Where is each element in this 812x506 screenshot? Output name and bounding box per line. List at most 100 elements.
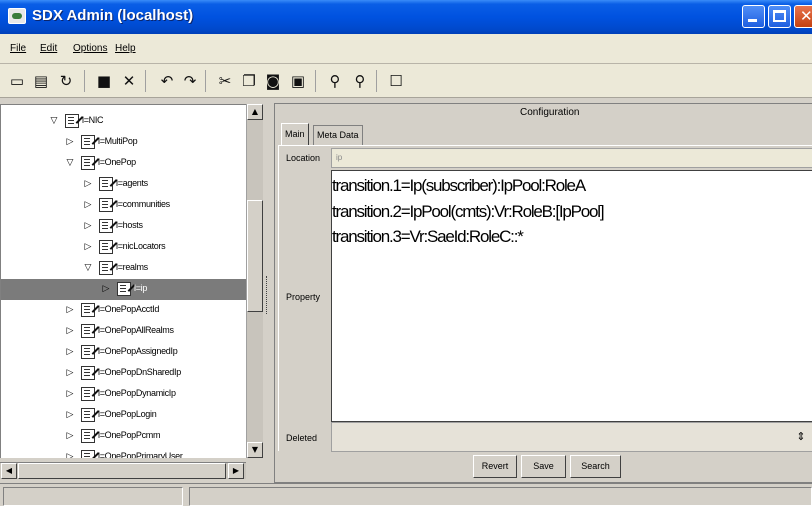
toolbar-separator: [84, 70, 85, 92]
ldap-entry-icon: [65, 114, 79, 128]
deleted-field[interactable]: [331, 422, 812, 452]
paste-icon[interactable]: ▣: [287, 70, 309, 92]
document-icon[interactable]: ▤: [30, 70, 52, 92]
menu-edit[interactable]: Edit: [40, 43, 57, 54]
tree-node[interactable]: ▽ l=OnePop: [1, 153, 246, 174]
tree-node[interactable]: ▷ l=OnePopPrimaryUser: [1, 447, 246, 458]
close-button[interactable]: [794, 5, 812, 28]
ldap-entry-icon: [81, 450, 95, 458]
ldap-entry-icon: [81, 345, 95, 359]
tree-node[interactable]: ▷ l=OnePopAssignedIp: [1, 342, 246, 363]
expand-toggle-icon[interactable]: ▷: [65, 326, 75, 336]
tree-node[interactable]: ▷ l=ip: [1, 279, 246, 300]
tree-node[interactable]: ▷ l=nicLocators: [1, 237, 246, 258]
find-icon[interactable]: ⚲: [324, 70, 346, 92]
toolbar-separator: [145, 70, 146, 92]
toolbar-separator: [315, 70, 316, 92]
tree-view[interactable]: ▽ l=NIC ▷ l=MultiPop ▽ l=OnePop ▷ l=agents ▷ l=co…: [0, 104, 246, 458]
properties-icon[interactable]: ☐: [385, 70, 407, 92]
ldap-entry-icon: [99, 240, 113, 254]
expand-toggle-icon[interactable]: ▷: [101, 284, 111, 294]
property-label: Property: [286, 292, 321, 302]
ldap-entry-icon: [117, 282, 131, 296]
location-field[interactable]: ip: [331, 148, 812, 168]
save-icon[interactable]: ■: [93, 70, 115, 92]
search-button[interactable]: Search: [570, 455, 621, 478]
tree-node[interactable]: ▷ l=OnePopDnSharedIp: [1, 363, 246, 384]
tree-node-label: l=realms: [116, 262, 148, 272]
menu-help[interactable]: Help: [115, 43, 136, 54]
ldap-entry-icon: [81, 387, 95, 401]
scroll-up-button[interactable]: ▲: [247, 104, 263, 120]
tree-node[interactable]: ▷ l=agents: [1, 174, 246, 195]
redo-icon[interactable]: ↷: [179, 70, 201, 92]
toolbar-separator: [376, 70, 377, 92]
tree-node-label: l=OnePopDynamicIp: [98, 388, 176, 398]
undo-icon[interactable]: ↶: [156, 70, 178, 92]
tab-meta-data[interactable]: Meta Data: [313, 125, 363, 145]
expand-toggle-icon[interactable]: ▷: [65, 410, 75, 420]
expand-toggle-icon[interactable]: ▷: [83, 200, 93, 210]
expand-toggle-icon[interactable]: ▷: [65, 368, 75, 378]
ldap-entry-icon: [81, 429, 95, 443]
menu-file[interactable]: File: [10, 43, 26, 54]
expand-toggle-icon[interactable]: ▷: [65, 137, 75, 147]
cut-icon[interactable]: ✂: [214, 70, 236, 92]
camera-icon[interactable]: ◙: [262, 70, 284, 92]
ldap-entry-icon: [81, 135, 95, 149]
tree-node-label: l=ip: [134, 283, 148, 293]
maximize-button[interactable]: [768, 5, 791, 28]
tree-node-label: l=agents: [116, 178, 148, 188]
scroll-left-button[interactable]: ◀: [1, 463, 17, 479]
tree-node[interactable]: ▷ l=OnePopAcctId: [1, 300, 246, 321]
tab-main[interactable]: Main: [281, 123, 309, 146]
ldap-entry-icon: [81, 366, 95, 380]
collapse-toggle-icon[interactable]: ▽: [65, 158, 75, 168]
tree-node[interactable]: ▷ l=OnePopDynamicIp: [1, 384, 246, 405]
property-line: transition.3=Vr:SaeId:RoleC::*: [332, 227, 524, 246]
find-next-icon[interactable]: ⚲: [349, 70, 371, 92]
tree-hscroll-thumb[interactable]: [18, 463, 226, 479]
minimize-button[interactable]: [742, 5, 765, 28]
property-textarea[interactable]: transition.1=Ip(subscriber):IpPool:RoleA…: [331, 170, 812, 422]
ldap-entry-icon: [81, 303, 95, 317]
expand-toggle-icon[interactable]: ▷: [65, 389, 75, 399]
tree-node[interactable]: ▽ l=realms: [1, 258, 246, 279]
tree-node[interactable]: ▷ l=hosts: [1, 216, 246, 237]
ldap-entry-icon: [99, 177, 113, 191]
expand-toggle-icon[interactable]: ▷: [65, 431, 75, 441]
tree-node[interactable]: ▷ l=MultiPop: [1, 132, 246, 153]
revert-button[interactable]: Revert: [473, 455, 517, 478]
menu-options[interactable]: Options: [73, 43, 107, 54]
expand-toggle-icon[interactable]: ▷: [65, 347, 75, 357]
expand-toggle-icon[interactable]: ▷: [65, 305, 75, 315]
expand-toggle-icon[interactable]: ▷: [83, 221, 93, 231]
scroll-down-button[interactable]: ▼: [247, 442, 263, 458]
tree-node[interactable]: ▽ l=NIC: [1, 111, 246, 132]
ldap-entry-icon: [81, 156, 95, 170]
refresh-icon[interactable]: ↻: [55, 70, 77, 92]
save-button[interactable]: Save: [521, 455, 566, 478]
expand-toggle-icon[interactable]: ▷: [83, 179, 93, 189]
tree-node[interactable]: ▷ l=OnePopPcmm: [1, 426, 246, 447]
tree-node-label: l=MultiPop: [98, 136, 138, 146]
ldap-entry-icon: [99, 261, 113, 275]
window-title: SDX Admin (localhost): [32, 7, 194, 24]
tree-node[interactable]: ▷ l=communities: [1, 195, 246, 216]
collapse-toggle-icon[interactable]: ▽: [49, 116, 59, 126]
collapse-toggle-icon[interactable]: ▽: [83, 263, 93, 273]
splitter-handle[interactable]: [266, 276, 269, 314]
expand-toggle-icon[interactable]: ▷: [83, 242, 93, 252]
scroll-right-button[interactable]: ▶: [228, 463, 244, 479]
tree-node-label: l=nicLocators: [116, 241, 166, 251]
delete-icon[interactable]: ✕: [118, 70, 140, 92]
copy-icon[interactable]: ❐: [238, 70, 260, 92]
status-pane: [189, 487, 812, 506]
tree-scroll-thumb[interactable]: [247, 200, 263, 312]
tree-node[interactable]: ▷ l=OnePopAllRealms: [1, 321, 246, 342]
expand-toggle-icon[interactable]: ▷: [65, 452, 75, 458]
window-icon[interactable]: ▭: [6, 70, 28, 92]
tree-node[interactable]: ▷ l=OnePopLogin: [1, 405, 246, 426]
tree-node-label: l=OnePopPcmm: [98, 430, 161, 440]
deleted-spinner-icon[interactable]: ⇕: [793, 428, 809, 446]
